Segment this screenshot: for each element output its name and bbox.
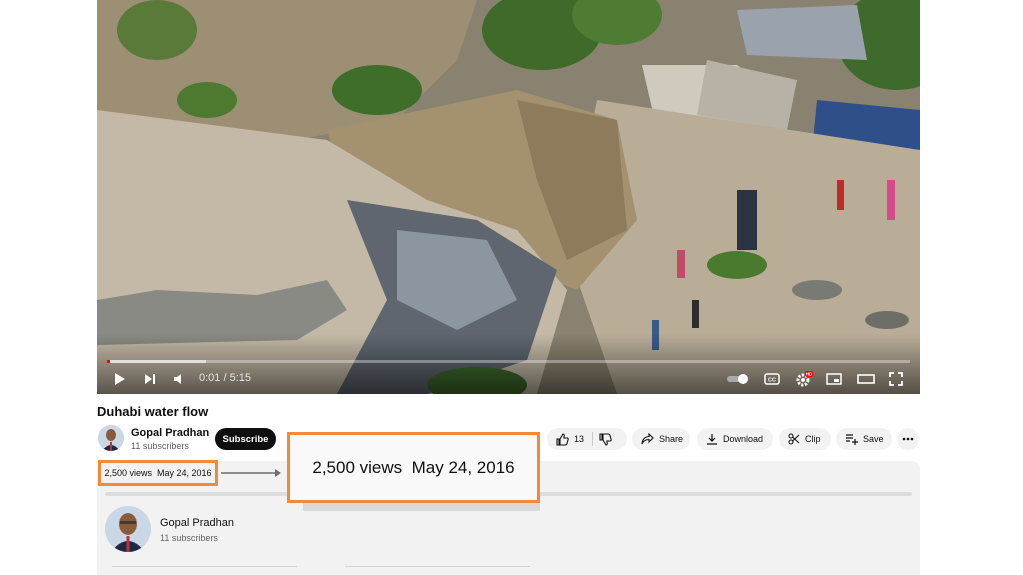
play-button[interactable] (111, 368, 129, 390)
fullscreen-icon (889, 372, 903, 386)
panel-section-edge (112, 566, 297, 575)
channel-name[interactable]: Gopal Pradhan (131, 427, 209, 439)
callout-shadow (303, 503, 540, 511)
captions-button[interactable]: CC (763, 368, 781, 390)
channel-name-secondary[interactable]: Gopal Pradhan (160, 517, 234, 529)
download-icon (707, 434, 717, 445)
volume-icon (174, 374, 181, 384)
subscriber-count-secondary: 11 subscribers (160, 533, 218, 543)
upload-date-zoomed: May 24, 2016 (411, 457, 515, 477)
theater-icon (857, 374, 875, 384)
share-label: Share (659, 434, 684, 444)
more-icon (902, 437, 914, 441)
next-button[interactable] (141, 368, 159, 390)
theater-button[interactable] (856, 368, 876, 390)
avatar-large[interactable] (105, 506, 151, 552)
clip-button[interactable]: Clip (779, 428, 831, 450)
next-icon (145, 374, 155, 384)
panel-section-edge (345, 566, 530, 575)
miniplayer-icon (826, 373, 842, 385)
subscribe-button[interactable]: Subscribe (215, 428, 276, 450)
scissors-icon (788, 433, 800, 445)
settings-button[interactable]: HD (794, 368, 814, 390)
video-title: Duhabi water flow (97, 404, 209, 419)
like-button[interactable]: 13 (547, 432, 585, 446)
progress-bar[interactable] (107, 360, 910, 363)
autoplay-toggle[interactable] (725, 368, 751, 390)
share-button[interactable]: Share (632, 428, 690, 450)
avatar-photo-large (105, 506, 151, 552)
share-icon (641, 433, 654, 445)
callout-arrow (221, 469, 281, 477)
settings-badge: HD (806, 372, 813, 377)
autoplay-toggle-icon (727, 374, 748, 384)
video-player[interactable]: 0:01 / 5:15 CC HD (97, 0, 920, 394)
download-button[interactable]: Download (697, 428, 773, 450)
time-display: 0:01 / 5:15 (199, 372, 251, 384)
page: 0:01 / 5:15 CC HD Duhabi water flow Gopa… (0, 0, 1023, 575)
save-label: Save (863, 434, 884, 444)
playlist-add-icon (846, 434, 858, 445)
dislike-button[interactable] (599, 432, 612, 446)
captions-icon: CC (764, 373, 780, 385)
view-count-zoomed: 2,500 views (312, 457, 403, 477)
thumbs-up-icon (556, 432, 569, 446)
play-icon (115, 373, 125, 385)
avatar-photo (98, 425, 124, 451)
like-count: 13 (574, 434, 585, 444)
save-button[interactable]: Save (836, 428, 892, 450)
fullscreen-button[interactable] (887, 368, 905, 390)
upload-date: May 24, 2016 (157, 468, 212, 478)
view-date-highlight-zoomed: 2,500 views May 24, 2016 (287, 432, 540, 503)
volume-button[interactable] (170, 368, 188, 390)
progress-played (107, 360, 111, 363)
thumbs-down-icon (599, 432, 612, 446)
download-label: Download (723, 434, 764, 444)
settings-icon: HD (796, 371, 813, 387)
like-dislike-group: 13 (547, 428, 627, 450)
more-actions-button[interactable] (897, 428, 919, 450)
like-divider (592, 432, 594, 446)
progress-buffered (107, 360, 206, 363)
view-date-highlight-small: 2,500 views May 24, 2016 (98, 460, 218, 486)
avatar[interactable] (98, 425, 124, 451)
miniplayer-button[interactable] (825, 368, 843, 390)
view-count: 2,500 views (104, 468, 152, 478)
subscriber-count: 11 subscribers (131, 441, 189, 451)
clip-label: Clip (805, 434, 821, 444)
svg-text:CC: CC (768, 378, 776, 384)
